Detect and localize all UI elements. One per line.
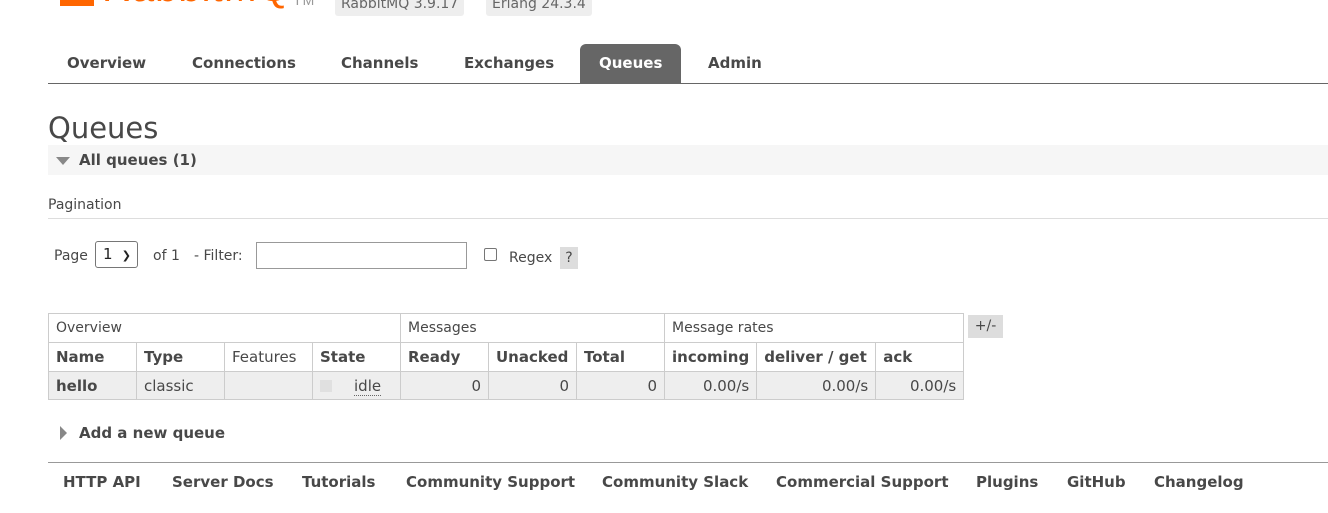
column-header-name[interactable]: Name: [48, 342, 137, 372]
regex-label: Regex: [509, 250, 553, 266]
column-header-unacked[interactable]: Unacked: [488, 342, 577, 372]
group-header-messages: Messages: [400, 313, 665, 343]
footer-link-tutorials[interactable]: Tutorials: [302, 473, 375, 491]
tab-connections[interactable]: Connections: [173, 44, 315, 83]
column-header-state[interactable]: State: [312, 342, 401, 372]
tab-channels[interactable]: Channels: [322, 44, 437, 83]
page-label: Page: [54, 248, 88, 264]
page-count: of 1: [153, 248, 180, 264]
column-header-deliver-get[interactable]: deliver / get: [756, 342, 877, 372]
regex-checkbox[interactable]: [484, 248, 497, 261]
logo-text: RabbitMQ: [102, 0, 290, 10]
footer-divider: [48, 462, 1328, 463]
queue-incoming-rate: 0.00/s: [663, 371, 758, 400]
column-header-ack[interactable]: ack: [875, 342, 965, 372]
queue-features: [224, 371, 313, 400]
tab-queues[interactable]: Queues: [580, 44, 682, 83]
column-header-total[interactable]: Total: [576, 342, 665, 372]
all-queues-section-toggle[interactable]: All queues (1): [48, 145, 1328, 175]
state-indicator-icon: [320, 380, 332, 392]
queue-deliver-get-rate: 0.00/s: [756, 371, 877, 400]
footer-link-github[interactable]: GitHub: [1067, 473, 1126, 491]
tab-exchanges[interactable]: Exchanges: [445, 44, 573, 83]
collapse-triangle-icon: [56, 157, 70, 165]
page-select[interactable]: 1 ❯: [95, 241, 138, 268]
filter-input[interactable]: [256, 242, 467, 269]
queue-state: idle: [354, 376, 382, 396]
pagination-label: Pagination: [48, 197, 122, 213]
rabbitmq-version-badge: RabbitMQ 3.9.17: [335, 0, 465, 16]
main-nav: Overview Connections Channels Exchanges …: [48, 44, 1328, 84]
logo-trademark: TM: [293, 0, 316, 8]
footer-link-plugins[interactable]: Plugins: [976, 473, 1038, 491]
page-select-value: 1: [103, 245, 113, 263]
logo-mark-icon: [60, 0, 94, 6]
group-header-message-rates: Message rates: [663, 313, 965, 343]
queue-ack-rate: 0.00/s: [875, 371, 965, 400]
erlang-version-badge: Erlang 24.3.4: [486, 0, 592, 16]
footer-link-community-slack[interactable]: Community Slack: [602, 473, 748, 491]
filter-label: - Filter:: [194, 248, 243, 264]
footer-link-community-support[interactable]: Community Support: [406, 473, 575, 491]
queue-name-link[interactable]: hello: [48, 371, 137, 400]
column-header-ready[interactable]: Ready: [400, 342, 489, 372]
queues-table: Overview Messages Message rates Name Typ…: [48, 313, 965, 400]
tab-overview[interactable]: Overview: [48, 44, 165, 83]
column-header-features: Features: [224, 342, 313, 372]
queue-unacked: 0: [488, 371, 577, 400]
all-queues-title: All queues (1): [79, 151, 197, 169]
column-header-incoming[interactable]: incoming: [663, 342, 758, 372]
add-queue-title: Add a new queue: [79, 424, 226, 442]
footer-link-commercial-support[interactable]: Commercial Support: [776, 473, 949, 491]
footer-link-http-api[interactable]: HTTP API: [63, 473, 141, 491]
add-queue-section-toggle[interactable]: Add a new queue: [48, 418, 448, 448]
rabbitmq-logo[interactable]: RabbitMQTM: [60, 0, 315, 11]
column-header-type[interactable]: Type: [136, 342, 225, 372]
chevron-down-icon: ❯: [121, 249, 131, 262]
tab-admin[interactable]: Admin: [689, 44, 781, 83]
pagination-divider: [48, 218, 1328, 219]
group-header-overview: Overview: [48, 313, 401, 343]
footer-link-server-docs[interactable]: Server Docs: [172, 473, 274, 491]
queue-ready: 0: [400, 371, 489, 400]
toggle-columns-button[interactable]: +/-: [968, 315, 1003, 338]
queue-total: 0: [576, 371, 665, 400]
queue-state-cell: idle: [312, 371, 401, 400]
footer-link-changelog[interactable]: Changelog: [1154, 473, 1244, 491]
table-row: hello classic idle 0 0 0 0.00/s 0.00/s 0…: [48, 371, 965, 400]
regex-help-button[interactable]: ?: [560, 247, 578, 269]
queue-type: classic: [136, 371, 225, 400]
page-title: Queues: [48, 111, 159, 145]
expand-triangle-icon: [60, 426, 67, 440]
